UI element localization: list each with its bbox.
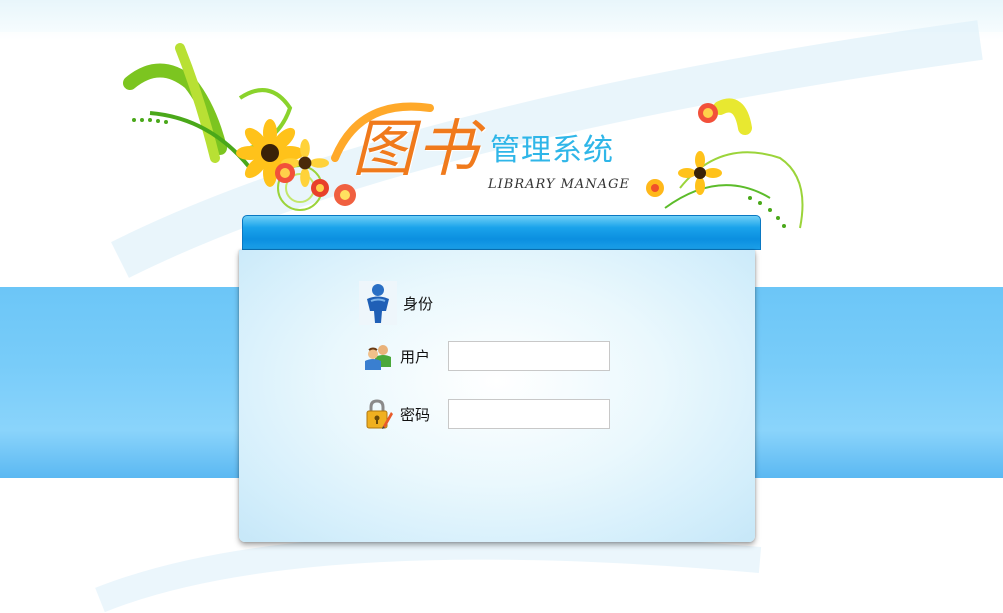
identity-row: 身份: [359, 281, 433, 325]
password-input[interactable]: [448, 399, 610, 429]
identity-label: 身份: [403, 294, 434, 313]
title-english: LIBRARY MANAGE: [488, 177, 630, 192]
username-input[interactable]: [448, 341, 610, 371]
title-main: 图书: [352, 112, 481, 185]
user-label: 用户: [400, 347, 431, 366]
login-panel: [239, 250, 755, 542]
padlock-pencil-icon: [362, 398, 394, 430]
user-row: 用户: [362, 340, 610, 372]
login-page: 图书 管理系统 LIBRARY MANAGE 身份 用户 密码: [0, 0, 1003, 613]
person-figure-icon: [359, 281, 397, 325]
login-panel-header: [242, 215, 761, 250]
users-icon: [362, 340, 394, 372]
password-label: 密码: [400, 405, 431, 424]
title-sub: 管理系统: [490, 133, 614, 168]
password-row: 密码: [362, 398, 610, 430]
top-band: [0, 0, 1003, 32]
